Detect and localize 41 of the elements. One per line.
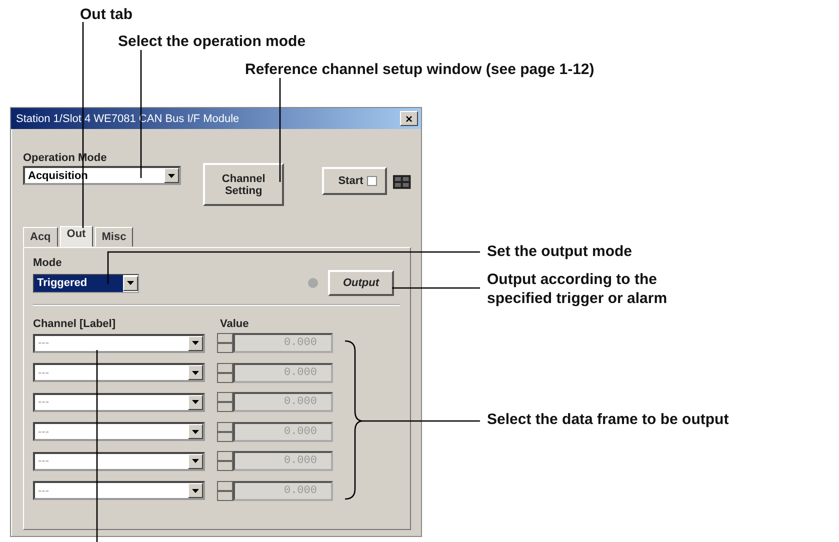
spin-buttons-icon[interactable] (217, 362, 233, 382)
caret-icon (127, 281, 134, 285)
mode-dropdown[interactable]: Triggered (33, 274, 139, 292)
start-button[interactable]: Start (322, 167, 388, 195)
grid-icon (393, 175, 411, 189)
checkbox[interactable] (367, 176, 378, 186)
column-header: Value (220, 318, 249, 330)
dropdown-arrow-button[interactable] (188, 365, 203, 380)
spin-buttons-icon[interactable] (217, 422, 233, 442)
dropdown-arrow-button[interactable] (188, 394, 203, 410)
callout-label: Reference channel setup window (see page 1-12) (245, 61, 594, 78)
tab[interactable]: Misc (94, 227, 134, 247)
caret-icon (192, 341, 199, 345)
close-button[interactable]: × (400, 111, 418, 126)
dropdown-arrow-button[interactable] (164, 168, 179, 183)
caret-icon (192, 370, 199, 374)
field-label: Mode (33, 257, 63, 269)
dropdown-arrow-button[interactable] (188, 336, 203, 350)
dropdown-arrow-button[interactable] (123, 276, 138, 290)
callout-label: Select the data frame to be output (487, 411, 729, 428)
callout-label: Out tab (80, 6, 132, 23)
tab[interactable]: Out (60, 226, 93, 247)
callout-label: Set the output mode (487, 243, 632, 260)
column-header: Channel [Label] (33, 318, 117, 330)
caret-icon (192, 430, 199, 434)
spin-buttons-icon[interactable] (217, 392, 233, 412)
dropdown-arrow-button[interactable] (188, 454, 203, 468)
dropdown-arrow-button[interactable] (188, 424, 203, 439)
spin-buttons-icon[interactable] (217, 333, 233, 353)
channel-setting-button[interactable]: Channel Setting (203, 163, 284, 206)
caret-icon (168, 174, 175, 178)
callout-label: Select the operation mode (118, 33, 306, 50)
spin-buttons-icon[interactable] (217, 451, 233, 471)
tab[interactable]: Acq (23, 227, 58, 247)
output-button[interactable]: Output (328, 270, 394, 296)
dropdown-arrow-button[interactable] (188, 483, 203, 498)
caret-icon (192, 459, 199, 463)
spin-buttons-icon[interactable] (217, 480, 233, 500)
callout-label: Output according to the specified trigger or alarm (487, 270, 668, 308)
caret-icon (192, 400, 199, 404)
caret-icon (192, 488, 199, 492)
